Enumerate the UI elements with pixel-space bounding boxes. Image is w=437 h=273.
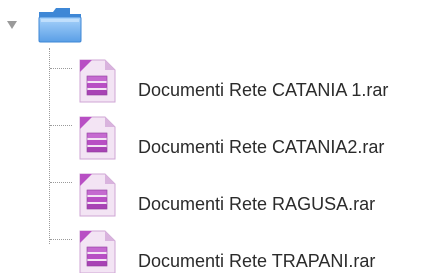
tree-branch-line [50, 239, 72, 240]
archive-file-icon[interactable] [73, 229, 119, 273]
folder-icon[interactable] [37, 6, 83, 44]
file-name-label[interactable]: Documenti Rete RAGUSA.rar [138, 194, 375, 214]
archive-file-icon[interactable] [73, 172, 119, 218]
tree-connector-line [49, 48, 50, 244]
archive-file-icon[interactable] [73, 58, 119, 104]
tree-branch-line [50, 68, 72, 69]
triangle-down-icon[interactable] [6, 20, 18, 30]
tree-branch-line [50, 182, 72, 183]
file-tree: Documenti Rete CATANIA 1.rar Documenti R… [0, 0, 437, 273]
file-name-label[interactable]: Documenti Rete CATANIA2.rar [138, 137, 384, 157]
file-name-label[interactable]: Documenti Rete TRAPANI.rar [138, 251, 375, 271]
tree-branch-line [50, 125, 72, 126]
archive-file-icon[interactable] [73, 115, 119, 161]
file-name-label[interactable]: Documenti Rete CATANIA 1.rar [138, 80, 388, 100]
